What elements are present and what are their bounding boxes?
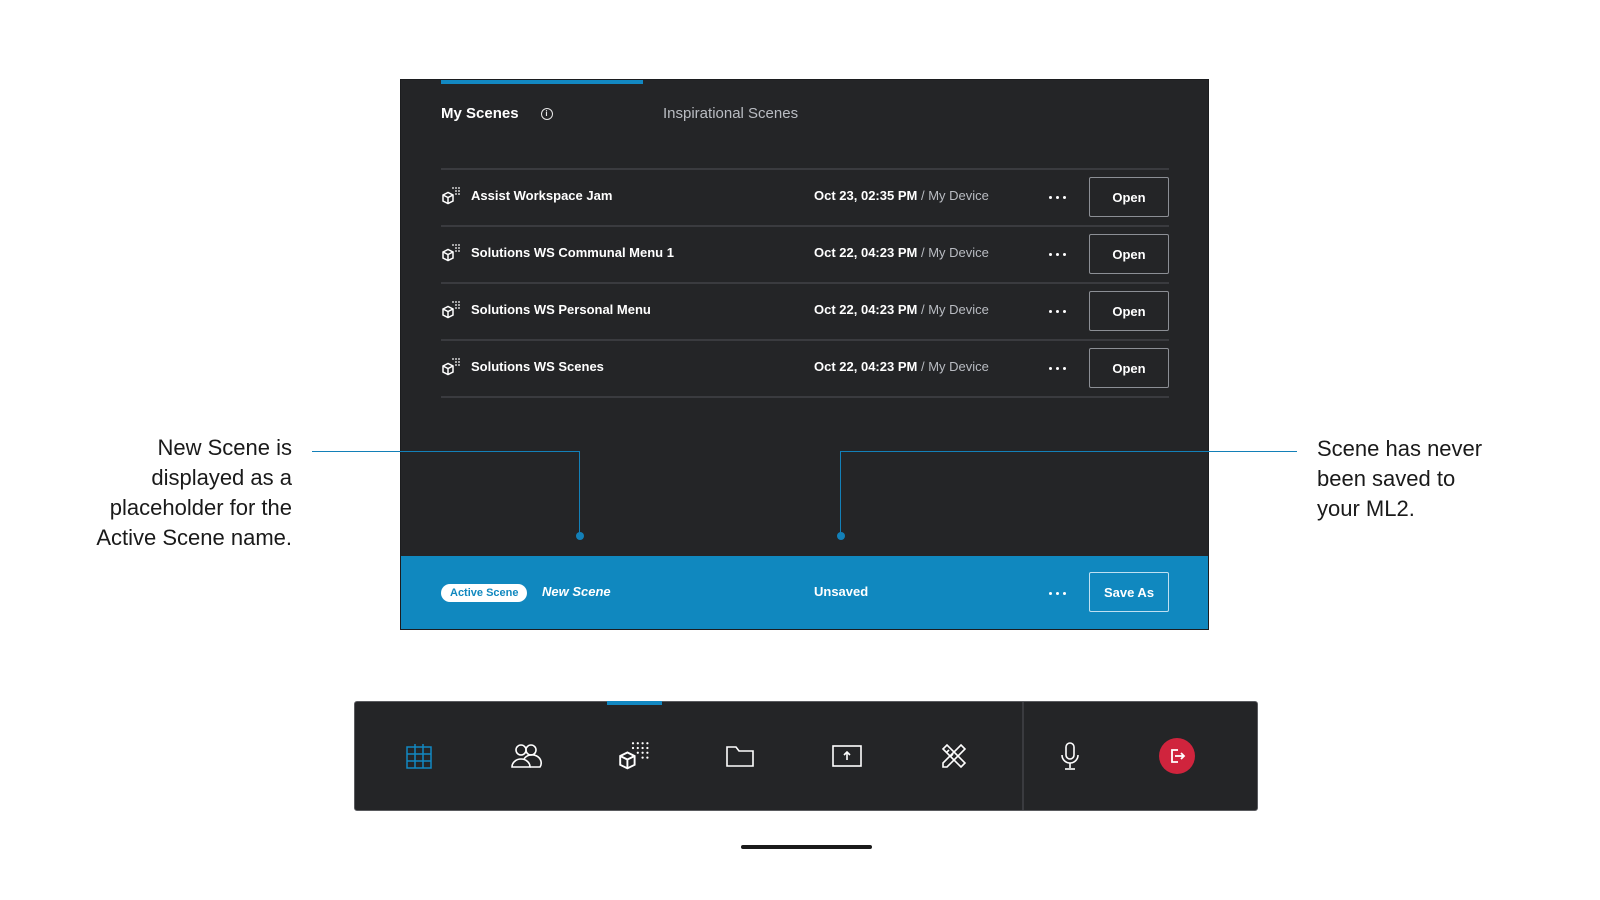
active-scene-bar: Active Scene New Scene Unsaved Save As (401, 556, 1208, 629)
scene-row[interactable]: Solutions WS Scenes Oct 22, 04:23 PM / M… (441, 339, 1169, 398)
more-options-icon[interactable] (1049, 310, 1066, 313)
annotation-line-right-vertical (840, 451, 841, 536)
tools-icon[interactable] (936, 738, 972, 774)
scene-row[interactable]: Assist Workspace Jam Oct 23, 02:35 PM / … (441, 168, 1169, 225)
annotation-dot-right (837, 532, 845, 540)
microphone-icon[interactable] (1052, 738, 1088, 774)
scene-cube-icon (442, 358, 460, 376)
scene-date: Oct 23, 02:35 PM / My Device (814, 188, 989, 203)
scene-name: Assist Workspace Jam (471, 188, 613, 203)
scene-date: Oct 22, 04:23 PM / My Device (814, 245, 989, 260)
open-button[interactable]: Open (1089, 234, 1169, 274)
tab-inspirational-scenes[interactable]: Inspirational Scenes (663, 104, 798, 124)
active-scene-name: New Scene (542, 584, 611, 599)
scene-row[interactable]: Solutions WS Communal Menu 1 Oct 22, 04:… (441, 225, 1169, 282)
exit-icon[interactable] (1159, 738, 1195, 774)
annotation-right: Scene has never been saved to your ML2. (1317, 436, 1483, 521)
share-screen-icon[interactable] (829, 738, 865, 774)
tab-inspirational-label: Inspirational Scenes (663, 105, 799, 122)
scenes-icon[interactable] (615, 738, 651, 774)
annotation-dot-left (576, 532, 584, 540)
scene-name: Solutions WS Scenes (471, 359, 604, 374)
annotation-line-left-vertical (579, 451, 580, 536)
active-scene-badge: Active Scene (441, 584, 528, 602)
more-options-icon[interactable] (1049, 592, 1066, 595)
scene-list: Assist Workspace Jam Oct 23, 02:35 PM / … (441, 168, 1169, 398)
people-icon[interactable] (508, 738, 544, 774)
scene-cube-icon (442, 187, 460, 205)
annotation-left: New Scene is displayed as a placeholder … (96, 435, 292, 550)
more-options-icon[interactable] (1049, 367, 1066, 370)
folder-icon[interactable] (722, 738, 758, 774)
grid-icon[interactable] (401, 738, 437, 774)
save-as-button[interactable]: Save As (1089, 572, 1169, 612)
scene-cube-icon (442, 301, 460, 319)
open-button[interactable]: Open (1089, 177, 1169, 217)
home-indicator-bar (741, 845, 872, 849)
more-options-icon[interactable] (1049, 253, 1066, 256)
tab-my-scenes-label: My Scenes (441, 105, 519, 122)
bottom-toolbar (354, 701, 1258, 811)
open-button[interactable]: Open (1089, 291, 1169, 331)
annotation-line-right-horizontal (840, 451, 1297, 452)
toolbar-divider (1022, 702, 1024, 810)
scene-date: Oct 22, 04:23 PM / My Device (814, 359, 989, 374)
scene-date: Oct 22, 04:23 PM / My Device (814, 302, 989, 317)
scenes-panel: My Scenes i Inspirational Scenes Assist … (401, 80, 1208, 629)
open-button[interactable]: Open (1089, 348, 1169, 388)
scene-cube-icon (442, 244, 460, 262)
tab-my-scenes[interactable]: My Scenes i (441, 104, 553, 124)
more-options-icon[interactable] (1049, 196, 1066, 199)
active-tab-indicator (441, 80, 643, 84)
annotation-line-left-horizontal (312, 451, 580, 452)
save-status: Unsaved (814, 584, 869, 599)
toolbar-active-indicator (607, 701, 662, 705)
info-icon[interactable]: i (540, 108, 553, 120)
scene-name: Solutions WS Personal Menu (471, 302, 651, 317)
scene-row[interactable]: Solutions WS Personal Menu Oct 22, 04:23… (441, 282, 1169, 339)
scene-name: Solutions WS Communal Menu 1 (471, 245, 674, 260)
